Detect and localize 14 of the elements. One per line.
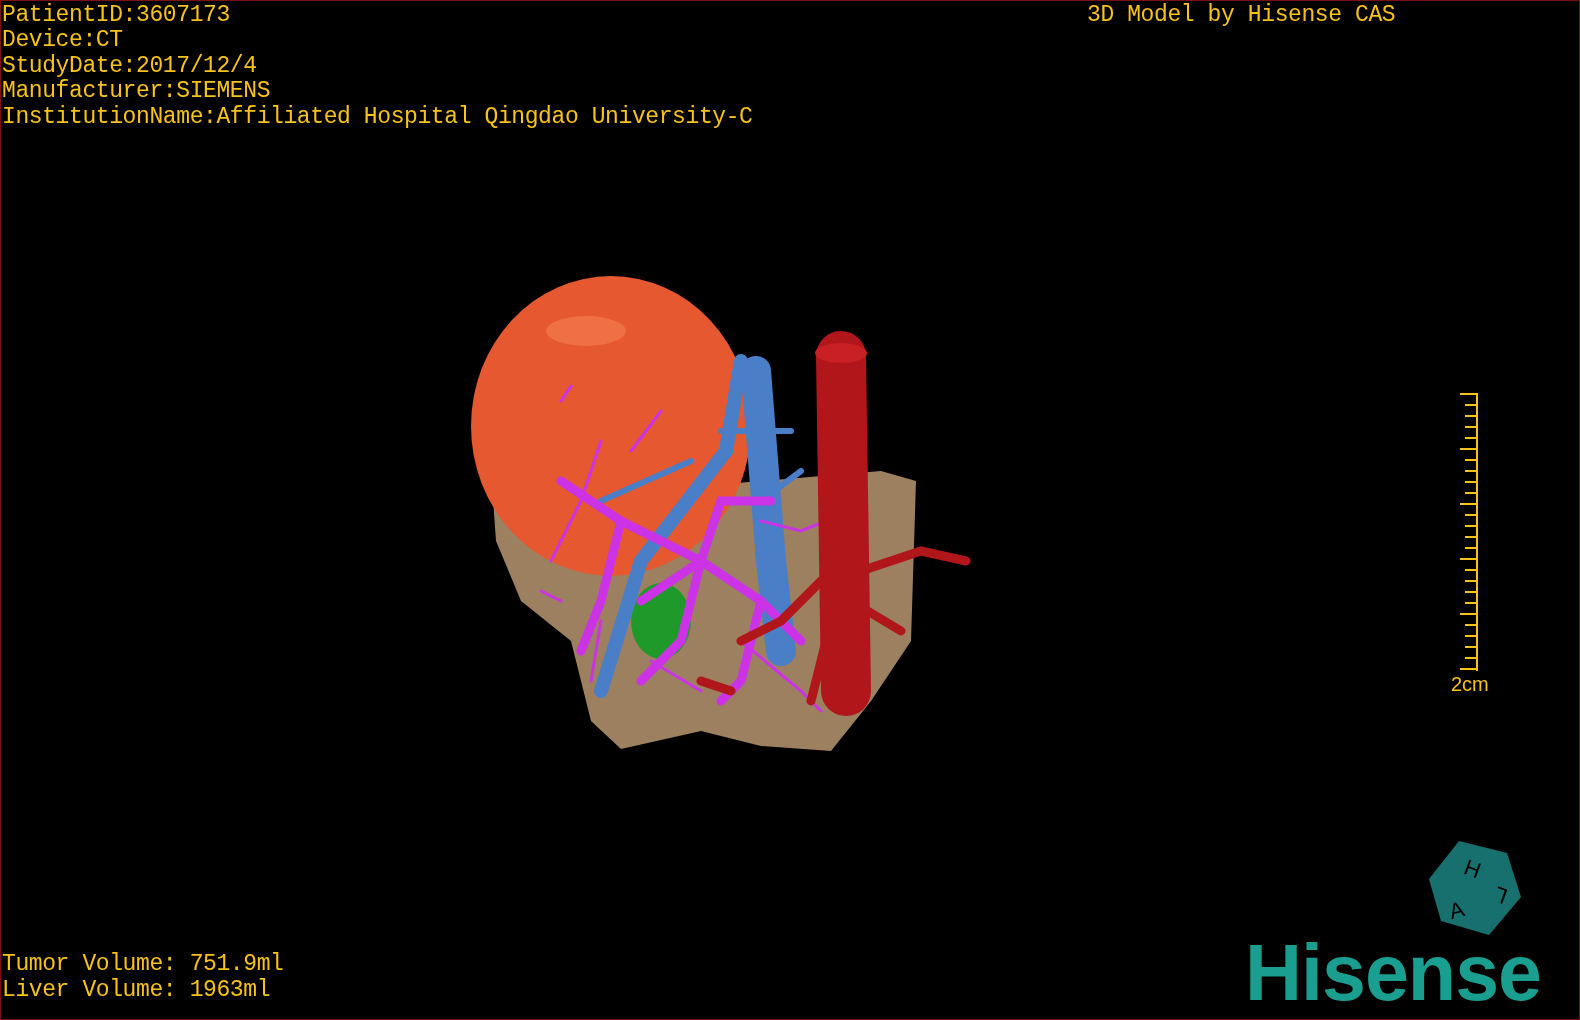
cube-face-label: L xyxy=(1490,881,1511,909)
scale-label: 2cm xyxy=(1451,673,1489,695)
volume-text: Tumor Volume: 751.9ml xyxy=(2,952,284,978)
patient-info-text: InstitutionName:Affiliated Hospital Qingdao University-C xyxy=(2,104,753,131)
brand-logo: Hisense xyxy=(1245,933,1541,1013)
scale-ruler-icon xyxy=(1459,393,1480,671)
patient-info-text: StudyDate:2017/12/4 xyxy=(2,53,258,79)
patient-info-text: Manufacturer:SIEMENS xyxy=(2,79,272,105)
viewer-title: 3D Model by Hisense CAS xyxy=(1087,3,1396,29)
cube-face-label: H xyxy=(1460,854,1485,884)
volume-text: Liver Volume: 1963ml xyxy=(2,977,272,1003)
cube-face-label: A xyxy=(1446,896,1467,925)
patient-info-text: Device:CT xyxy=(2,28,124,54)
patient-info-text: PatientID:3607173 xyxy=(2,3,231,28)
